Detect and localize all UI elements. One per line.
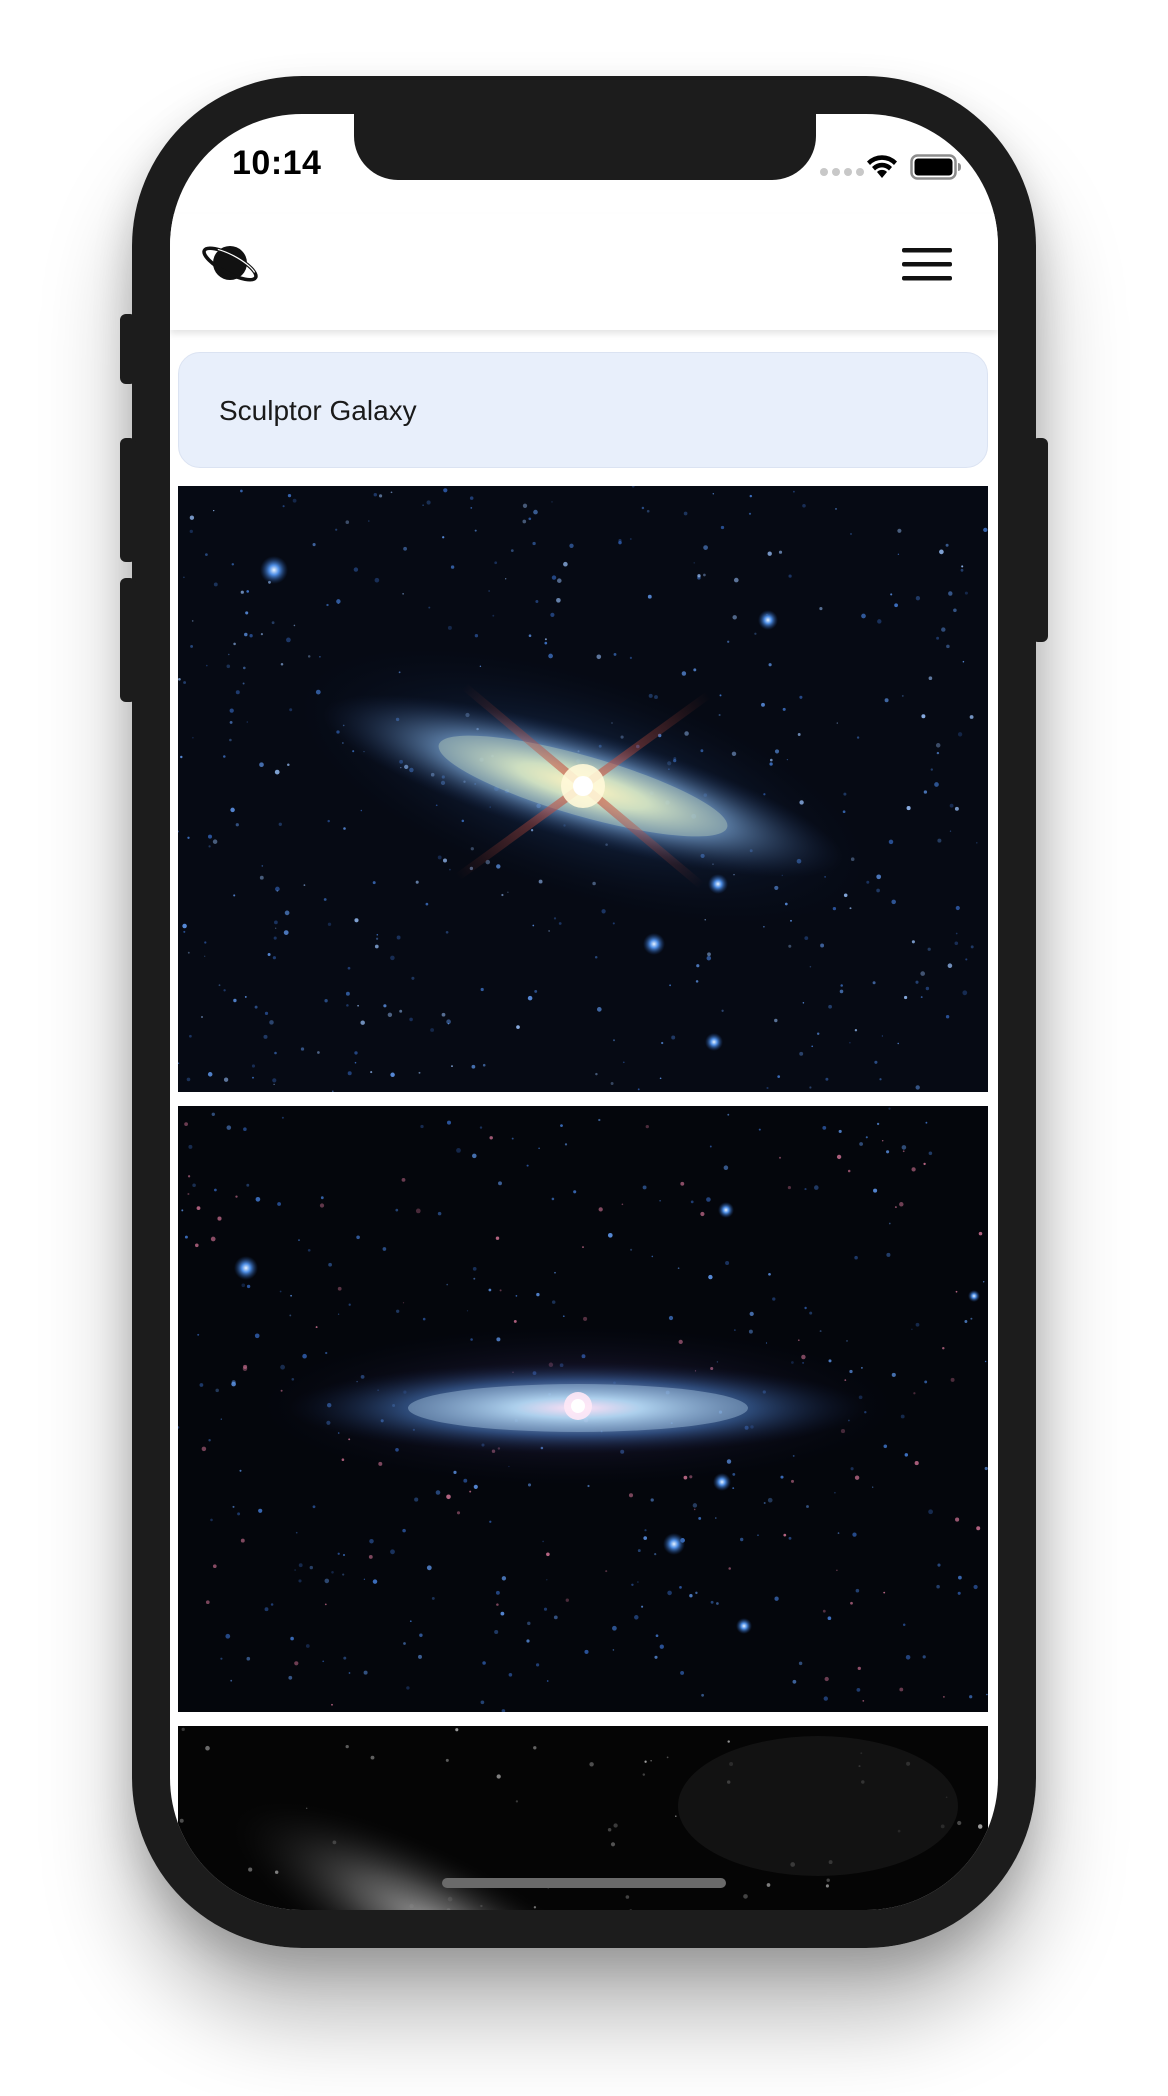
wifi-icon — [867, 155, 897, 178]
power-button — [1032, 438, 1048, 642]
battery-icon — [910, 154, 961, 180]
home-indicator[interactable] — [442, 1878, 726, 1888]
galaxy-image-2[interactable] — [178, 1106, 988, 1712]
device-notch — [354, 114, 816, 180]
volume-down-button — [120, 578, 136, 702]
galaxy-image-1[interactable] — [178, 486, 988, 1092]
planet-icon[interactable] — [200, 238, 260, 290]
hamburger-menu-icon[interactable] — [902, 246, 954, 286]
signal-icon — [820, 168, 864, 176]
mute-switch — [120, 314, 136, 384]
title-card: Sculptor Galaxy — [178, 352, 988, 468]
page-title: Sculptor Galaxy — [219, 395, 417, 426]
content-area: Sculptor Galaxy — [170, 330, 998, 1910]
phone-screen: 10:14 Sculptor Galaxy — [170, 114, 998, 1910]
volume-up-button — [120, 438, 136, 562]
app-header — [170, 214, 998, 330]
status-time: 10:14 — [232, 144, 322, 182]
